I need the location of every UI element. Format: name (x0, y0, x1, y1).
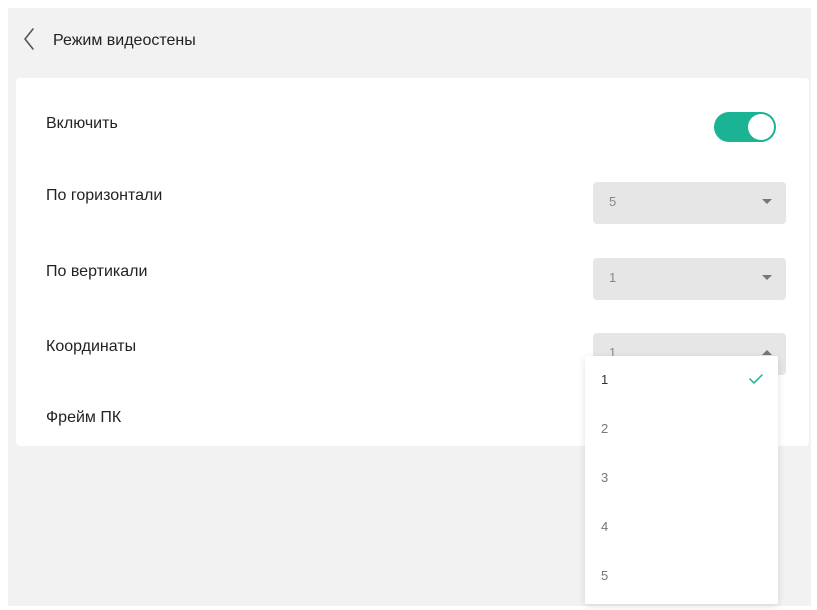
dropdown-option[interactable]: 4 (585, 503, 778, 552)
horizontal-select-value: 5 (609, 194, 617, 209)
toggle-knob (748, 114, 774, 140)
enable-label: Включить (46, 115, 118, 132)
vertical-row: По вертикали 1 (16, 248, 809, 300)
header: Режим видеостены (8, 8, 811, 72)
caret-up-icon (762, 350, 772, 355)
enable-toggle[interactable] (714, 112, 776, 142)
vertical-select-value: 1 (609, 270, 617, 285)
coordinates-label: Координаты (46, 338, 137, 355)
dropdown-option[interactable]: 2 (585, 405, 778, 454)
caret-down-icon (762, 275, 772, 280)
page-title: Режим видеостены (53, 32, 196, 49)
chevron-left-icon (24, 28, 34, 50)
pc-frame-label: Фрейм ПК (46, 409, 122, 426)
enable-row: Включить (16, 100, 809, 148)
dropdown-option[interactable]: 3 (585, 454, 778, 503)
option-label: 1 (601, 372, 609, 387)
check-icon (749, 374, 763, 384)
horizontal-select[interactable]: 5 (593, 182, 786, 224)
option-label: 3 (601, 470, 609, 485)
vertical-select[interactable]: 1 (593, 258, 786, 300)
option-label: 5 (601, 568, 609, 583)
vertical-label: По вертикали (46, 263, 148, 280)
option-label: 4 (601, 519, 609, 534)
horizontal-label: По горизонтали (46, 187, 163, 204)
caret-down-icon (762, 199, 772, 204)
video-wall-settings-screen: Режим видеостены Включить По горизонтали… (8, 8, 811, 606)
back-button[interactable] (22, 26, 42, 54)
coordinates-dropdown: 1 2 3 4 5 (585, 356, 778, 604)
dropdown-option[interactable]: 5 (585, 552, 778, 601)
option-label: 2 (601, 421, 609, 436)
dropdown-option[interactable]: 1 (585, 356, 778, 405)
horizontal-row: По горизонтали 5 (16, 172, 809, 224)
